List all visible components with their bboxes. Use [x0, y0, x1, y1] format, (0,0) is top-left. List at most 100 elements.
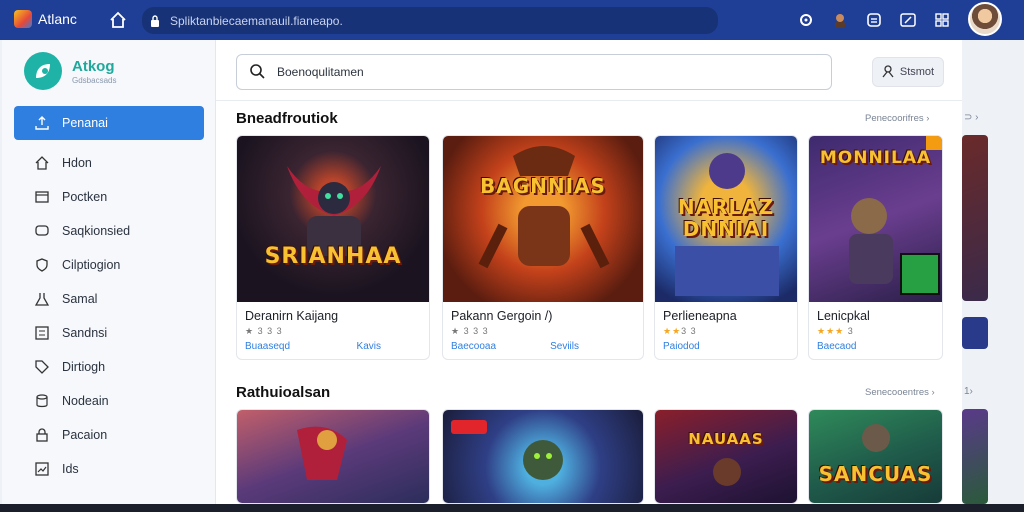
- sidebar-item-ids[interactable]: Ids: [14, 452, 204, 486]
- sidebar-item-label: Hdon: [62, 156, 92, 170]
- flame-logo-icon: [14, 10, 32, 28]
- card-meta-left[interactable]: Paiodod: [663, 341, 700, 352]
- game-cover-title: SANCUAS: [818, 462, 933, 486]
- sidebar-item-samal[interactable]: Samal: [14, 282, 204, 316]
- lock-icon: [34, 427, 50, 443]
- carousel-next-icon[interactable]: ⊃ ›: [964, 112, 979, 123]
- game-cover-image: SRIANHAA: [237, 136, 429, 302]
- browser-toolbar: Atlanc Spliktanbiecaemanauil.fianeapo.: [0, 0, 1024, 40]
- app-logo[interactable]: Atlanc: [14, 10, 77, 28]
- flask-icon: [34, 291, 50, 307]
- folder-icon: [34, 189, 50, 205]
- game-card[interactable]: BAGNNIAS Pakann Gergoin /) ★ 3 3 3 Baeco…: [442, 135, 644, 360]
- sidebar-item-pacaion[interactable]: Pacaion: [14, 418, 204, 452]
- section-title: Rathuioalsan: [236, 384, 331, 401]
- settings-gear-icon[interactable]: [796, 10, 816, 30]
- game-card[interactable]: NAUAAS: [654, 409, 798, 504]
- image-icon: [34, 461, 50, 477]
- rating: ★ 3 3 3: [451, 326, 489, 336]
- game-cover-image: SANCUAS: [809, 410, 942, 503]
- list-icon: [34, 325, 50, 341]
- game-title: Lenicpkal: [817, 309, 870, 323]
- game-card[interactable]: SRIANHAA Deranirn Kaijang ★ 3 3 3 Buaase…: [236, 135, 430, 360]
- game-cover-image: BAGNNIAS: [443, 136, 643, 302]
- game-title: Deranirn Kaijang: [245, 309, 339, 323]
- section-see-more-link[interactable]: Senecooentres ›: [865, 387, 935, 398]
- brand-subtitle: Gdsbacsads: [72, 75, 117, 85]
- app-window: Atkog Gdsbacsads Penanai Hdon Poctken Sa…: [2, 40, 962, 504]
- grid-icon[interactable]: [932, 10, 952, 30]
- card-meta-left[interactable]: Baecaod: [817, 341, 856, 352]
- rating: ★ 3 3 3: [245, 326, 283, 336]
- game-cover-image: MONNILAA: [809, 136, 942, 302]
- sidebar-item-label: Nodeain: [62, 394, 109, 408]
- main-content: Boenoqulitamen Stsmot Bneadfroutiok Pene…: [216, 40, 962, 504]
- carousel-next-icon[interactable]: 1›: [964, 386, 973, 397]
- game-card[interactable]: SANCUAS: [808, 409, 943, 504]
- lock-icon: [150, 14, 160, 27]
- search-button[interactable]: Stsmot: [872, 57, 944, 87]
- sidebar-item-dirtiogh[interactable]: Dirtiogh: [14, 350, 204, 384]
- section-see-more-link[interactable]: Penecoorifres ›: [865, 113, 929, 124]
- user-search-icon: [882, 64, 894, 81]
- sidebar-item-sandnsi[interactable]: Sandnsi: [14, 316, 204, 350]
- sidebar-item-label: Cilptiogion: [62, 258, 121, 272]
- card-meta-left[interactable]: Baecooaa: [451, 341, 496, 352]
- brand[interactable]: Atkog Gdsbacsads: [24, 52, 116, 90]
- sidebar: Atkog Gdsbacsads Penanai Hdon Poctken Sa…: [2, 40, 216, 504]
- game-cover-image: [443, 410, 643, 503]
- chat-icon: [34, 223, 50, 239]
- game-card[interactable]: MONNILAA Lenicpkal ★★★ 3 Baecaod: [808, 135, 943, 360]
- home-icon[interactable]: [108, 10, 128, 30]
- game-card-peek[interactable]: [962, 409, 988, 504]
- sidebar-item-label: Dirtiogh: [62, 360, 106, 374]
- carousel-overflow: ⊃ › 1›: [962, 40, 1024, 504]
- search-input[interactable]: Boenoqulitamen: [236, 54, 832, 90]
- sidebar-item-hdon[interactable]: Hdon: [14, 146, 204, 180]
- rating: ★★3 3: [663, 326, 697, 336]
- game-cover-image: NARLAZ DNNIAI: [655, 136, 797, 302]
- sidebar-item-label: Samal: [62, 292, 98, 306]
- game-card[interactable]: [236, 409, 430, 504]
- os-taskbar: [0, 504, 1024, 512]
- game-cover-title: MONNILAA: [819, 148, 932, 168]
- sidebar-item-nodeain[interactable]: Nodeain: [14, 384, 204, 418]
- game-cover-image: [237, 410, 429, 503]
- search-icon: [249, 63, 265, 82]
- game-title: Perlieneapna: [663, 309, 737, 323]
- search-value: Boenoqulitamen: [277, 65, 364, 79]
- address-bar[interactable]: Spliktanbiecaemanauil.fianeapo.: [142, 7, 718, 34]
- game-card[interactable]: NARLAZ DNNIAI Perlieneapna ★★3 3 Paiodod: [654, 135, 798, 360]
- game-cover-title: BAGNNIAS: [480, 174, 606, 198]
- game-card-peek[interactable]: [962, 135, 988, 301]
- card-meta-right[interactable]: Kavis: [357, 341, 381, 352]
- user-avatar[interactable]: [968, 2, 1002, 36]
- sidebar-item-label: Penanai: [62, 116, 108, 130]
- rating: ★★★ 3: [817, 326, 854, 336]
- brand-logo-icon: [24, 52, 62, 90]
- shield-icon: [34, 257, 50, 273]
- game-card-peek[interactable]: [962, 317, 988, 349]
- character-icon[interactable]: [830, 10, 850, 30]
- sidebar-item-label: Sandnsi: [62, 326, 108, 340]
- sidebar-item-label: Poctken: [62, 190, 108, 204]
- game-card[interactable]: [442, 409, 644, 504]
- brand-name: Atkog: [72, 57, 115, 75]
- extensions-icon[interactable]: [864, 10, 884, 30]
- sidebar-nav: Penanai Hdon Poctken Saqkionsied Cilptio…: [14, 106, 204, 486]
- section-title: Bneadfroutiok: [236, 110, 338, 127]
- divider: [216, 100, 962, 101]
- sidebar-item-penanai[interactable]: Penanai: [14, 106, 204, 140]
- edit-icon[interactable]: [898, 10, 918, 30]
- sidebar-item-saqkionsied[interactable]: Saqkionsied: [14, 214, 204, 248]
- app-label: Atlanc: [38, 11, 77, 27]
- game-cover-image: NAUAAS: [655, 410, 797, 503]
- sidebar-item-cilptiogion[interactable]: Cilptiogion: [14, 248, 204, 282]
- card-meta-right[interactable]: Seviils: [550, 341, 579, 352]
- upload-icon: [34, 115, 50, 131]
- game-cover-title: NARLAZ DNNIAI: [677, 195, 775, 241]
- card-meta-left[interactable]: Buaaseqd: [245, 341, 290, 352]
- sidebar-item-label: Ids: [62, 462, 79, 476]
- sidebar-item-poctken[interactable]: Poctken: [14, 180, 204, 214]
- url-text: Spliktanbiecaemanauil.fianeapo.: [170, 13, 343, 28]
